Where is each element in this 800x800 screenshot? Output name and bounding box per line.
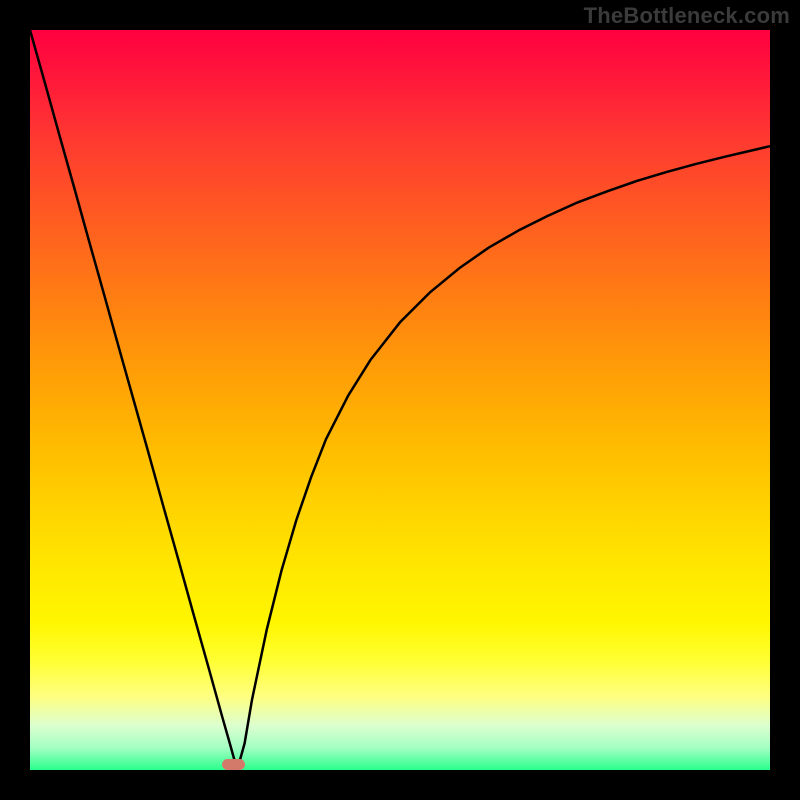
curves-svg bbox=[30, 30, 770, 770]
right-branch-curve bbox=[237, 146, 770, 770]
bottom-notch-marker bbox=[222, 759, 244, 770]
left-branch-curve bbox=[30, 30, 237, 770]
chart-canvas: TheBottleneck.com bbox=[0, 0, 800, 800]
watermark-label: TheBottleneck.com bbox=[584, 3, 790, 29]
